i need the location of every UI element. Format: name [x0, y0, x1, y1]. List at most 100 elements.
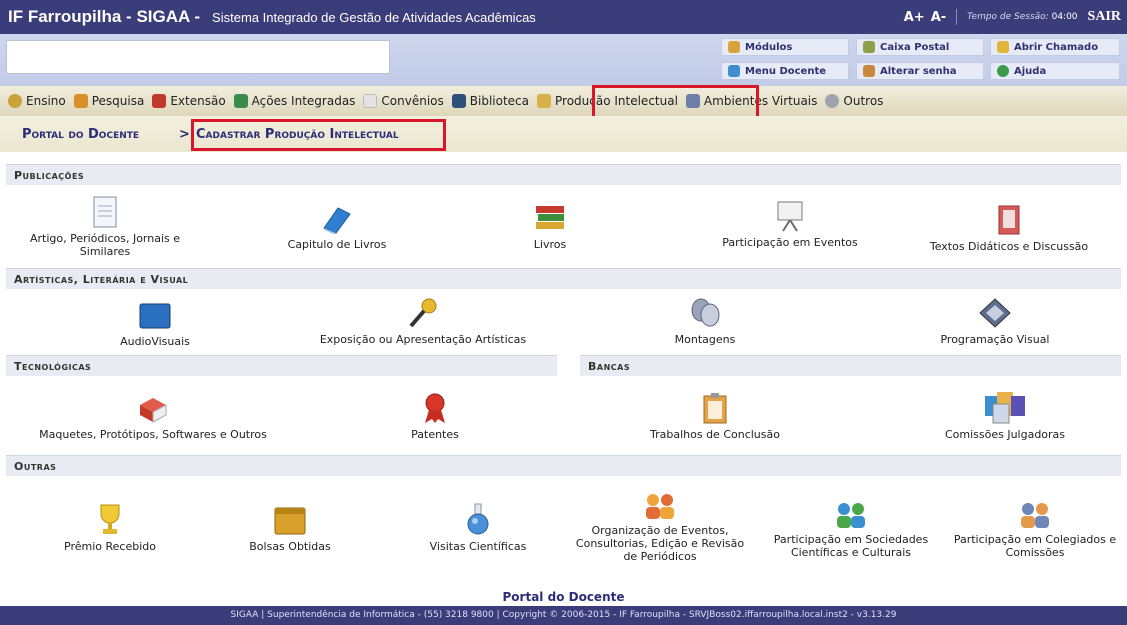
menu-label: Extensão [170, 94, 226, 108]
globe-icon [8, 94, 22, 108]
item-label: AudioVisuais [120, 335, 190, 348]
alterar-senha-link[interactable]: Alterar senha [856, 62, 984, 80]
item-label: Participação em Eventos [722, 236, 858, 249]
item-exposicao[interactable]: Exposição ou Apresentação Artísticas [308, 293, 538, 346]
section-publicacoes: Publicações [6, 164, 1121, 185]
item-label: Visitas Científicas [429, 540, 527, 553]
textbook-icon [994, 200, 1024, 236]
item-label: Trabalhos de Conclusão [650, 428, 780, 441]
breadcrumb-root[interactable]: Portal do Docente [22, 127, 139, 142]
document-icon [93, 192, 117, 228]
footer-bar: SIGAA | Superintendência de Informática … [0, 606, 1127, 625]
menu-outros[interactable]: Outros [825, 94, 883, 108]
monitor-icon [138, 295, 172, 331]
book-icon [320, 198, 354, 234]
item-textos-didaticos[interactable]: Textos Didáticos e Discussão [900, 200, 1118, 253]
divider [956, 9, 958, 25]
modulos-link[interactable]: Módulos [721, 38, 849, 56]
flask-icon [464, 500, 492, 536]
heart-icon [152, 94, 167, 108]
ajuda-link[interactable]: Ajuda [990, 62, 1120, 80]
session-controls: A+ A- Tempo de Sessão: 04:00 SAIR [904, 0, 1121, 34]
item-organizacao[interactable]: Organização de Eventos, Consultorias, Ed… [570, 484, 750, 563]
menu-label: Ações Integradas [251, 94, 356, 108]
menu-acoes-integradas[interactable]: Ações Integradas [233, 94, 356, 108]
alterar-senha-label: Alterar senha [880, 65, 957, 77]
film-strip-icon [978, 293, 1012, 329]
item-maquetes[interactable]: Maquetes, Protótipos, Softwares e Outros [18, 388, 288, 441]
menu-extensao[interactable]: Extensão [152, 94, 226, 108]
menu-label: Convênios [381, 94, 444, 108]
logout-button[interactable]: SAIR [1088, 9, 1121, 25]
main-menu: Ensino Pesquisa Extensão Ações Integrada… [0, 86, 1127, 116]
brand-title: IF Farroupilha - SIGAA - [8, 7, 201, 26]
user-info-box [6, 40, 390, 74]
menu-biblioteca[interactable]: Biblioteca [451, 94, 529, 108]
item-montagens[interactable]: Montagens [645, 293, 765, 346]
menu-label: Pesquisa [91, 94, 145, 108]
section-tecnologicas: Tecnológicas [6, 355, 557, 376]
menu-label: Produção Intelectual [555, 94, 678, 108]
item-artigo[interactable]: Artigo, Periódicos, Jornais e Similares [20, 192, 190, 258]
item-label: Prêmio Recebido [64, 540, 156, 553]
menu-label: Ambientes Virtuais [703, 94, 818, 108]
item-label: Participação em Sociedades Científicas e… [773, 533, 929, 559]
theater-masks-icon [688, 293, 722, 329]
item-participacao-eventos[interactable]: Participação em Eventos [700, 196, 880, 249]
book-icon [537, 94, 551, 108]
flask-icon [73, 94, 88, 108]
item-audiovisuais[interactable]: AudioVisuais [90, 295, 220, 348]
item-label: Artigo, Periódicos, Jornais e Similares [29, 232, 181, 258]
item-label: Exposição ou Apresentação Artísticas [319, 333, 527, 346]
microphone-icon [406, 293, 440, 329]
menu-ensino[interactable]: Ensino [8, 94, 66, 108]
abrir-chamado-label: Abrir Chamado [1014, 41, 1099, 53]
item-livros[interactable]: Livros [490, 198, 610, 251]
info-bar: Módulos Caixa Postal Abrir Chamado Menu … [0, 34, 1127, 86]
caixa-postal-link[interactable]: Caixa Postal [856, 38, 984, 56]
item-label: Capitulo de Livros [287, 238, 387, 251]
menu-producao-intelectual[interactable]: Produção Intelectual [537, 94, 678, 108]
caixa-postal-label: Caixa Postal [880, 41, 950, 53]
item-bolsas[interactable]: Bolsas Obtidas [225, 500, 355, 553]
breadcrumb-separator: > [179, 127, 190, 142]
trophy-icon [95, 500, 125, 536]
system-name: Sistema Integrado de Gestão de Atividade… [212, 9, 536, 25]
menu-docente-link[interactable]: Menu Docente [721, 62, 849, 80]
footer-portal-link[interactable]: Portal do Docente [0, 590, 1127, 604]
other-icon [825, 94, 840, 108]
modulos-label: Módulos [745, 41, 793, 53]
font-decrease-button[interactable]: A- [931, 10, 946, 25]
item-trabalhos-conclusao[interactable]: Trabalhos de Conclusão [620, 388, 810, 441]
abrir-chamado-link[interactable]: Abrir Chamado [990, 38, 1120, 56]
item-colegiados[interactable]: Participação em Colegiados e Comissões [946, 493, 1124, 559]
menu-label: Ensino [26, 94, 66, 108]
menu-convenios[interactable]: Convênios [363, 94, 444, 108]
item-label: Participação em Colegiados e Comissões [953, 533, 1117, 559]
prototype-box-icon [136, 388, 170, 424]
item-visitas[interactable]: Visitas Científicas [408, 500, 548, 553]
group-icon [643, 484, 677, 520]
books-stack-icon [534, 198, 566, 234]
item-label: Bolsas Obtidas [249, 540, 331, 553]
item-label: Maquetes, Protótipos, Softwares e Outros [39, 428, 267, 441]
clipboard-icon [701, 388, 729, 424]
mailbox-icon [863, 41, 875, 53]
people-icon [233, 94, 248, 108]
modules-icon [728, 41, 740, 53]
item-capitulo[interactable]: Capitulo de Livros [252, 198, 422, 251]
menu-ambientes-virtuais[interactable]: Ambientes Virtuais [685, 94, 818, 108]
help-icon [997, 65, 1009, 77]
menu-pesquisa[interactable]: Pesquisa [73, 94, 145, 108]
library-icon [451, 94, 466, 108]
ticket-icon [997, 41, 1009, 53]
menu-label: Outros [843, 94, 884, 108]
item-patentes[interactable]: Patentes [370, 388, 500, 441]
clipboards-group-icon [983, 388, 1027, 424]
item-comissoes[interactable]: Comissões Julgadoras [910, 388, 1100, 441]
menu-docente-label: Menu Docente [745, 65, 827, 77]
item-programacao-visual[interactable]: Programação Visual [910, 293, 1080, 346]
font-increase-button[interactable]: A+ [904, 10, 925, 25]
item-premio[interactable]: Prêmio Recebido [40, 500, 180, 553]
item-sociedades[interactable]: Participação em Sociedades Científicas e… [756, 493, 946, 559]
